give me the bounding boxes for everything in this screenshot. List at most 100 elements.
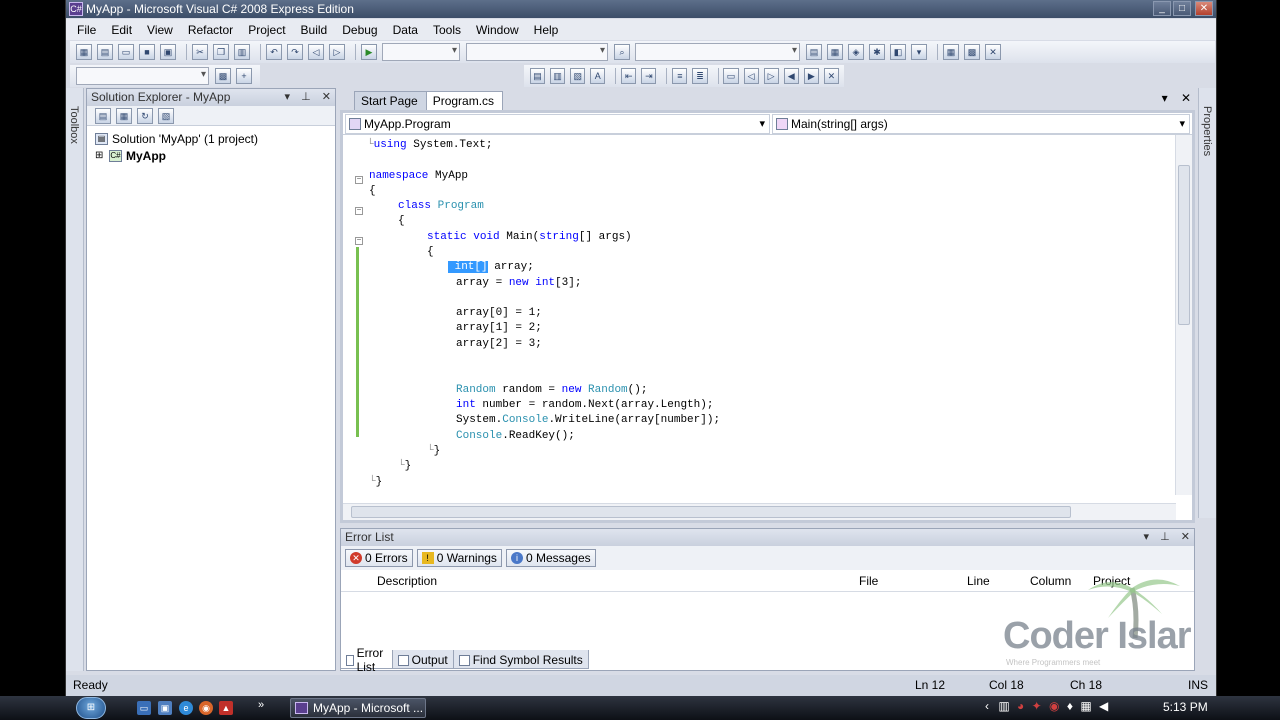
menu-project[interactable]: Project xyxy=(248,23,285,37)
warnings-filter-button[interactable]: ! 0 Warnings xyxy=(416,549,502,567)
copy-icon[interactable]: ❐ xyxy=(213,44,229,60)
auto-hide-pin-icon[interactable]: ⊥ xyxy=(301,91,311,103)
format-icon[interactable]: ▩ xyxy=(215,68,231,84)
properties-icon[interactable]: ▤ xyxy=(95,107,111,124)
toggle-bookmark-icon[interactable]: ▭ xyxy=(723,68,739,84)
volume-icon[interactable]: ◀ xyxy=(1099,699,1108,713)
start-debugging-icon[interactable]: ▶ xyxy=(361,44,377,60)
database-explorer-icon[interactable]: ▦ xyxy=(943,44,959,60)
object-browser-icon[interactable]: ◈ xyxy=(848,44,864,60)
show-all-files-icon[interactable]: ▦ xyxy=(116,107,132,124)
toolbox-strip[interactable]: Toolbox xyxy=(66,88,84,671)
security-icon[interactable]: ♦ xyxy=(1067,699,1073,713)
network-icon[interactable]: ▥ xyxy=(998,699,1009,713)
data-sources-icon[interactable]: ▩ xyxy=(964,44,980,60)
show-desktop-icon[interactable]: ▭ xyxy=(137,701,151,715)
view-class-diagram-icon[interactable]: ▧ xyxy=(158,107,174,124)
undo-icon[interactable]: ↶ xyxy=(266,44,282,60)
more-quicklaunch-icon[interactable]: » xyxy=(254,698,268,712)
redo-icon[interactable]: ↷ xyxy=(287,44,303,60)
add-item-icon[interactable]: ▤ xyxy=(97,44,113,60)
quick-info-icon[interactable]: ▧ xyxy=(570,68,586,84)
menu-refactor[interactable]: Refactor xyxy=(188,23,233,37)
previous-bookmark-icon[interactable]: ◁ xyxy=(743,68,759,84)
close-button[interactable]: ✕ xyxy=(1195,1,1213,16)
vertical-scroll-thumb[interactable] xyxy=(1178,165,1190,325)
column-line[interactable]: Line xyxy=(967,574,990,588)
code-editor[interactable]: MyApp.Program Main(string[] args) − − − … xyxy=(340,110,1195,523)
more-windows-icon[interactable]: ▾ xyxy=(911,44,927,60)
switch-windows-icon[interactable]: ▣ xyxy=(158,701,172,715)
new-project-icon[interactable]: ▦ xyxy=(76,44,92,60)
navigate-forward-icon[interactable]: ▷ xyxy=(329,44,345,60)
collapse-method-icon[interactable]: − xyxy=(355,237,363,245)
find-combo[interactable] xyxy=(635,43,800,61)
paste-icon[interactable]: ▥ xyxy=(234,44,250,60)
collapse-class-icon[interactable]: − xyxy=(355,207,363,215)
parameter-info-icon[interactable]: ▥ xyxy=(550,68,566,84)
project-node[interactable]: ⊞ C# MyApp xyxy=(95,147,335,164)
next-bookmark-icon[interactable]: ▷ xyxy=(763,68,779,84)
column-file[interactable]: File xyxy=(859,574,878,588)
find-in-files-icon[interactable]: ⌕ xyxy=(614,44,630,60)
menu-debug[interactable]: Debug xyxy=(342,23,377,37)
column-description[interactable]: Description xyxy=(377,574,437,588)
menu-tools[interactable]: Tools xyxy=(433,23,461,37)
comment-lines-icon[interactable]: ≡ xyxy=(672,68,688,84)
configuration-combo[interactable] xyxy=(382,43,460,61)
class-dropdown[interactable]: MyApp.Program xyxy=(345,114,770,134)
horizontal-scrollbar[interactable] xyxy=(343,503,1176,520)
previous-bookmark-folder-icon[interactable]: ◀ xyxy=(783,68,799,84)
menu-build[interactable]: Build xyxy=(301,23,328,37)
tab-find-symbol-results[interactable]: Find Symbol Results xyxy=(452,650,589,669)
firefox-icon[interactable]: ◉ xyxy=(199,701,213,715)
solution-node[interactable]: ▤ Solution 'MyApp' (1 project) xyxy=(95,130,335,147)
window-position-icon[interactable]: ▾ xyxy=(285,91,291,103)
acrobat-icon[interactable]: ▲ xyxy=(219,701,233,715)
properties-strip[interactable]: Properties xyxy=(1198,88,1216,518)
member-dropdown[interactable]: Main(string[] args) xyxy=(772,114,1190,134)
save-icon[interactable]: ■ xyxy=(139,44,155,60)
close-panel-icon[interactable]: ✕ xyxy=(1181,531,1190,543)
errors-filter-button[interactable]: ✕ 0 Errors xyxy=(345,549,413,567)
target-combo[interactable] xyxy=(76,67,209,85)
taskbar-app-button[interactable]: MyApp - Microsoft ... xyxy=(290,698,426,718)
next-bookmark-folder-icon[interactable]: ▶ xyxy=(803,68,819,84)
cut-icon[interactable]: ✂ xyxy=(192,44,208,60)
close-panel-icon[interactable]: ✕ xyxy=(322,91,331,103)
active-files-icon[interactable]: ▾ xyxy=(1162,91,1168,105)
update-icon[interactable]: ✦ xyxy=(1032,699,1042,713)
toolbox-icon[interactable]: ✱ xyxy=(869,44,885,60)
menu-data[interactable]: Data xyxy=(393,23,418,37)
maximize-button[interactable]: □ xyxy=(1173,1,1191,16)
start-button[interactable]: ⊞ xyxy=(76,697,106,719)
menu-window[interactable]: Window xyxy=(476,23,519,37)
window-position-icon[interactable]: ▾ xyxy=(1144,531,1150,543)
messages-filter-button[interactable]: i 0 Messages xyxy=(505,549,596,567)
save-all-icon[interactable]: ▣ xyxy=(160,44,176,60)
open-file-icon[interactable]: ▭ xyxy=(118,44,134,60)
platform-combo[interactable] xyxy=(466,43,608,61)
tab-start-page[interactable]: Start Page xyxy=(354,91,427,110)
add-icon[interactable]: + xyxy=(236,68,252,84)
display-object-member-list-icon[interactable]: ▤ xyxy=(530,68,546,84)
uncomment-lines-icon[interactable]: ≣ xyxy=(692,68,708,84)
increase-indent-icon[interactable]: ⇥ xyxy=(641,68,657,84)
close-document-icon[interactable]: ✕ xyxy=(1181,91,1191,105)
code-area[interactable]: − − − └using System.Text; namespace MyAp… xyxy=(343,135,1176,495)
tab-program-cs[interactable]: Program.cs xyxy=(425,91,504,110)
delete-icon[interactable]: ✕ xyxy=(985,44,1001,60)
minimize-button[interactable]: _ xyxy=(1153,1,1171,16)
clear-bookmarks-icon[interactable]: ✕ xyxy=(823,68,839,84)
complete-word-icon[interactable]: A xyxy=(590,68,606,84)
properties-label[interactable]: Properties xyxy=(1201,106,1213,156)
column-project[interactable]: Project xyxy=(1093,574,1130,588)
media-icon[interactable]: ◉ xyxy=(1049,699,1059,713)
navigate-back-icon[interactable]: ◁ xyxy=(308,44,324,60)
vertical-scrollbar[interactable] xyxy=(1175,135,1192,495)
collapse-namespace-icon[interactable]: − xyxy=(355,176,363,184)
taskbar-clock[interactable]: 5:13 PM xyxy=(1163,700,1208,714)
tab-output[interactable]: Output xyxy=(391,650,454,669)
expand-icon[interactable]: ⊞ xyxy=(95,150,109,161)
connection-icon[interactable]: ▦ xyxy=(1080,699,1091,713)
